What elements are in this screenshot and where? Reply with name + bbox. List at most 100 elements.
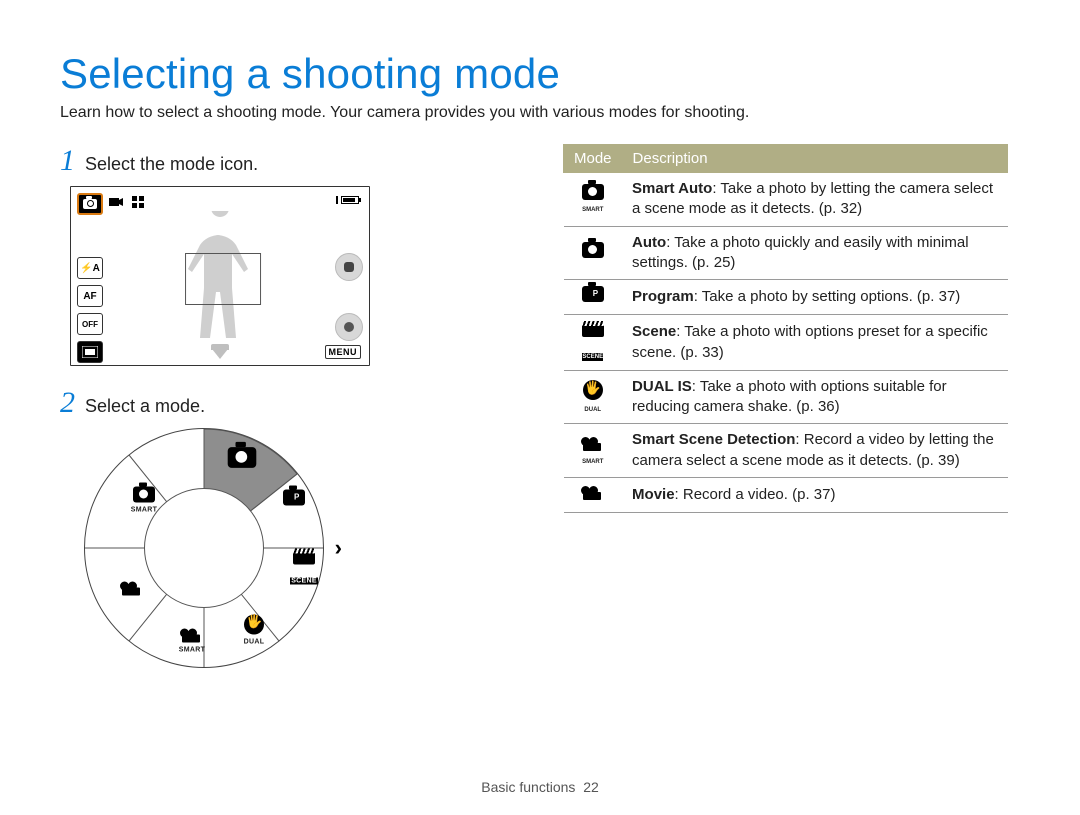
movie-icon (581, 484, 605, 500)
page-footer: Basic functions 22 (0, 779, 1080, 795)
mode-title: Movie (632, 486, 675, 503)
mode-icon-cell: SCENE (564, 315, 623, 371)
scroll-down-icon (212, 349, 228, 359)
mode-title: Smart Auto (632, 180, 712, 197)
mode-icon-selected (77, 193, 103, 215)
dial-item-movie (112, 580, 152, 601)
step-number: 1 (60, 144, 75, 178)
table-row: Movie: Record a video. (p. 37) (564, 477, 1008, 512)
af-label: AF (83, 291, 96, 302)
page-title: Selecting a shooting mode (60, 50, 1020, 98)
left-column: 1 Select the mode icon. (60, 144, 505, 668)
mode-dial-illustration: SCENE DUAL SMART SMART (84, 428, 505, 668)
scene-icon (582, 321, 604, 337)
status-indicators (289, 195, 359, 205)
right-column: Mode Description SMART Smart Auto: Take … (563, 144, 1008, 513)
mode-desc-cell: Movie: Record a video. (p. 37) (622, 477, 1007, 512)
smart-auto-icon (582, 184, 604, 200)
camera-icon (133, 487, 155, 503)
mode-icon-cell (564, 477, 623, 512)
movie-reel-icon (180, 627, 204, 643)
mode-text: : Record a video. (p. 37) (675, 486, 836, 503)
mode-desc-cell: Smart Auto: Take a photo by letting the … (622, 173, 1007, 227)
step-text: Select the mode icon. (85, 154, 258, 175)
table-row: Auto: Take a photo quickly and easily wi… (564, 226, 1008, 280)
right-side-buttons (335, 253, 363, 341)
footer-page-number: 22 (583, 779, 599, 795)
mode-desc-cell: Auto: Take a photo quickly and easily wi… (622, 226, 1007, 280)
movie-reel-icon (120, 580, 144, 596)
mode-icon-cell: SMART (564, 424, 623, 478)
dial-item-smart-scene-video: SMART (172, 627, 212, 654)
intro-text: Learn how to select a shooting mode. You… (60, 104, 1020, 122)
step-1: 1 Select the mode icon. (60, 144, 505, 178)
step-text: Select a mode. (85, 396, 205, 417)
off-button: OFF (77, 313, 103, 335)
mode-desc-cell: DUAL IS: Take a photo with options suita… (622, 370, 1007, 424)
grid-tab-icon (129, 193, 147, 211)
camera-icon (83, 199, 97, 209)
playback-button (77, 341, 103, 363)
dial-label: SMART (172, 647, 212, 654)
record-dot-icon (344, 322, 354, 332)
icon-sub-label: SMART (574, 206, 613, 214)
smart-scene-detection-icon (581, 435, 605, 451)
table-row: DUAL DUAL IS: Take a photo with options … (564, 370, 1008, 424)
table-row: SMART Smart Scene Detection: Record a vi… (564, 424, 1008, 478)
af-button: AF (77, 285, 103, 307)
flash-label: ⚡A (80, 263, 100, 274)
table-row: Program: Take a photo by setting options… (564, 280, 1008, 315)
mode-desc-cell: Smart Scene Detection: Record a video by… (622, 424, 1007, 478)
playback-icon (82, 346, 98, 358)
dial-label: DUAL (234, 639, 274, 646)
focus-frame (185, 253, 261, 305)
left-side-buttons: ⚡A AF OFF (77, 257, 103, 363)
dial-item-smart-auto: SMART (124, 487, 164, 514)
icon-sub-label: DUAL (574, 406, 613, 414)
mode-text: : Take a photo with options preset for a… (632, 323, 988, 360)
menu-button-label: MENU (325, 345, 362, 359)
dial-item-program (274, 490, 314, 511)
signal-bar-icon (336, 196, 338, 204)
dial-item-dual-is: DUAL (234, 615, 274, 646)
mode-title: Auto (632, 234, 666, 251)
mode-desc-cell: Program: Take a photo by setting options… (622, 280, 1007, 315)
video-tab-icon (107, 193, 125, 211)
mode-icon-cell: DUAL (564, 370, 623, 424)
mode-title: Program (632, 288, 694, 305)
flash-auto-button: ⚡A (77, 257, 103, 279)
battery-icon (341, 196, 359, 204)
dial-label: SCENE (290, 578, 318, 585)
mode-title: Smart Scene Detection (632, 431, 795, 448)
mode-desc-cell: Scene: Take a photo with options preset … (622, 315, 1007, 371)
camera-icon (228, 447, 257, 468)
dial-label: SMART (124, 507, 164, 514)
mode-icon-cell (564, 226, 623, 280)
table-header-mode: Mode (564, 145, 623, 173)
mode-icon-cell (564, 280, 623, 315)
dial-item-scene: SCENE (284, 549, 324, 588)
camera-dot-icon (344, 262, 354, 272)
record-button (335, 313, 363, 341)
mode-text: : Take a photo quickly and easily with m… (632, 234, 969, 271)
off-label: OFF (82, 320, 98, 329)
mode-description-table: Mode Description SMART Smart Auto: Take … (563, 144, 1008, 513)
step-number: 2 (60, 386, 75, 420)
table-row: SMART Smart Auto: Take a photo by lettin… (564, 173, 1008, 227)
clapperboard-icon (293, 549, 315, 565)
camera-p-icon (283, 490, 305, 506)
shutter-button (335, 253, 363, 281)
table-row: SCENE Scene: Take a photo with options p… (564, 315, 1008, 371)
mode-title: Scene (632, 323, 676, 340)
camera-screen-illustration: ⚡A AF OFF MENU (70, 186, 370, 366)
manual-page: Selecting a shooting mode Learn how to s… (0, 0, 1080, 815)
table-header-description: Description (622, 145, 1007, 173)
icon-sub-label: SCENE (582, 353, 603, 361)
mode-text: : Take a photo by setting options. (p. 3… (694, 288, 961, 305)
icon-sub-label: SMART (574, 458, 613, 466)
hand-shake-icon (244, 615, 264, 635)
dual-is-icon (583, 380, 603, 400)
dial-item-auto (222, 450, 262, 471)
mode-title: DUAL IS (632, 378, 692, 395)
chevron-right-icon: › (335, 535, 342, 561)
